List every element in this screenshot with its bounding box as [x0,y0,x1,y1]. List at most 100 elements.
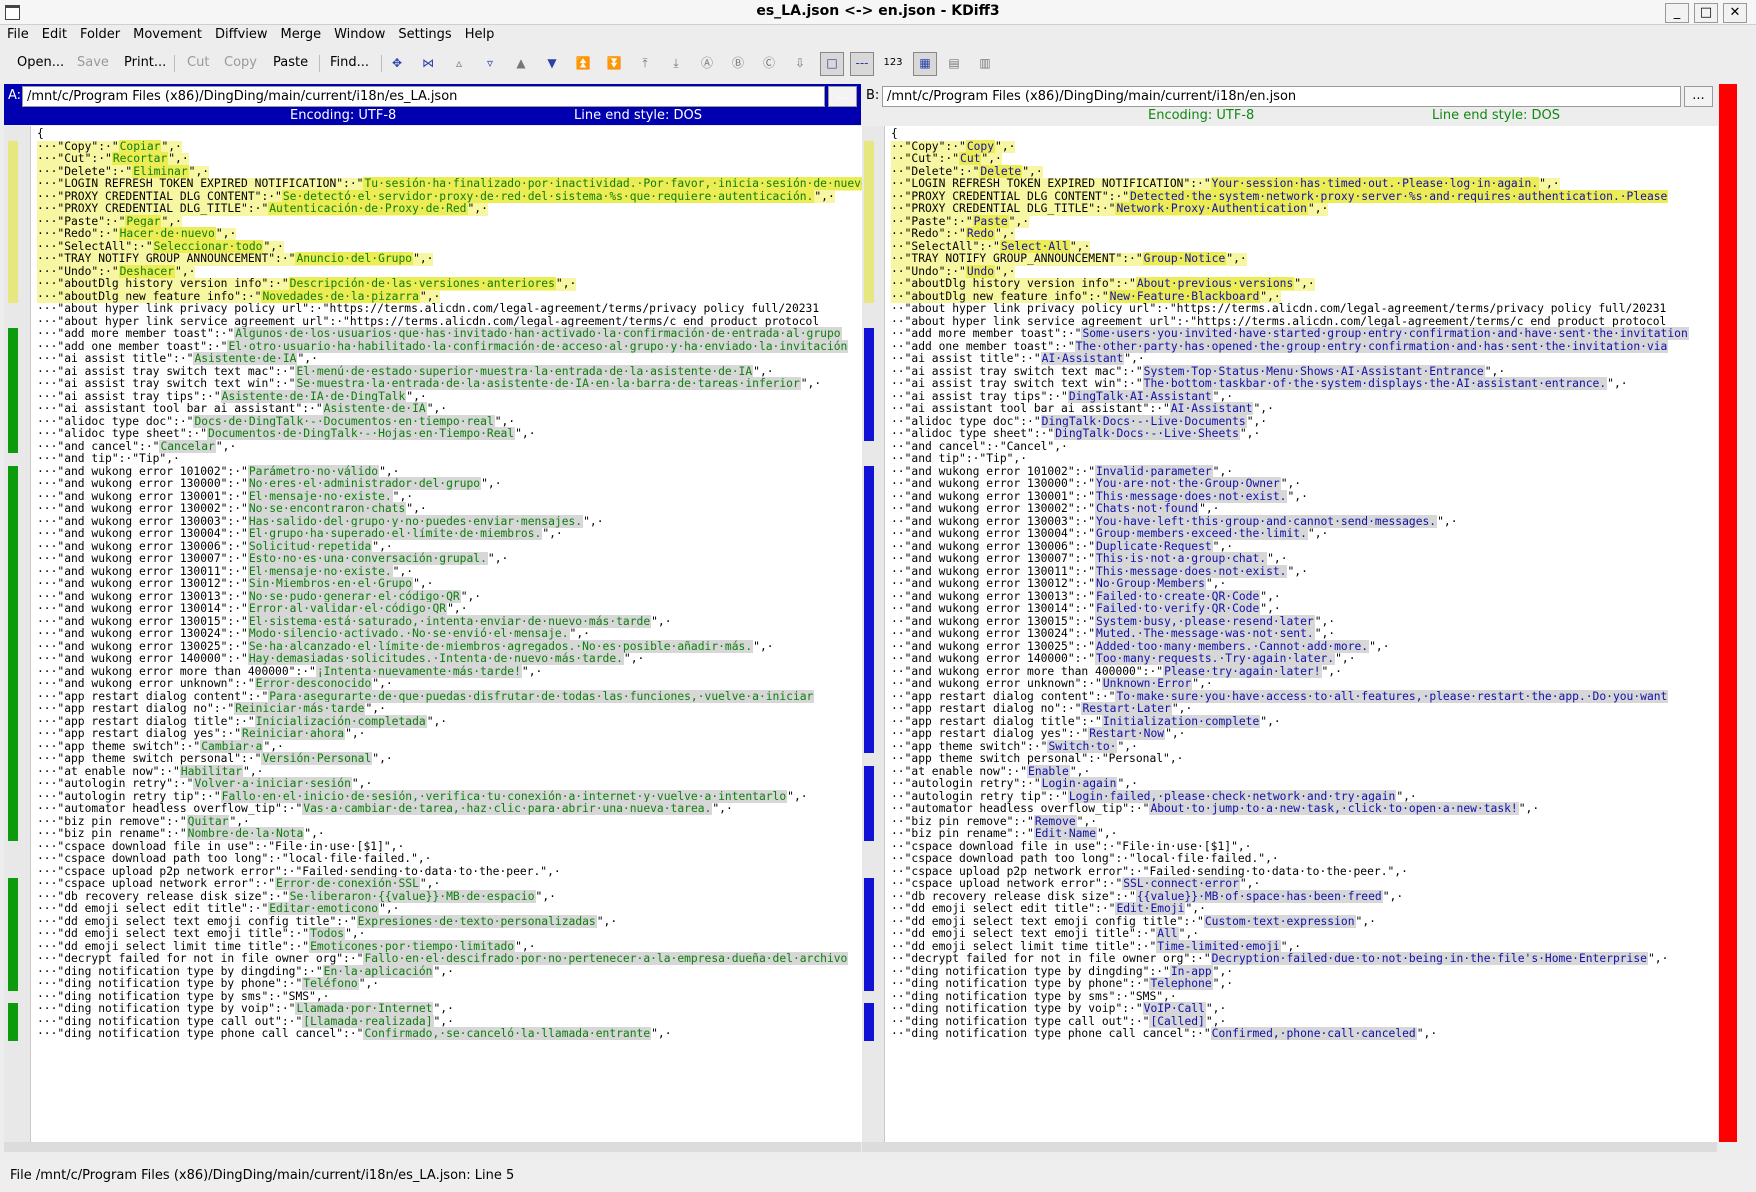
code-line-suffix: ",· [188,164,210,178]
prev-unsolved-icon[interactable]: ⏫ [573,53,593,73]
select-b-icon[interactable]: Ⓑ [728,53,748,73]
diff-marker [8,478,18,491]
show-whitespace-chars-icon[interactable]: --- [850,52,874,76]
code-line-value: Confirmed,·phone·call·canceled [1210,1027,1417,1040]
go-current-delta-icon[interactable]: ✥ [387,53,407,73]
encoding-bar-a: Encoding: UTF-8 Line end style: DOS [4,108,861,125]
close-button[interactable]: ✕ [1723,3,1747,23]
code-line-value: No·Group·Members [1095,577,1206,590]
menu-edit[interactable]: Edit [35,25,73,42]
maximize-button[interactable]: □ [1694,3,1718,23]
diff-overview-bar[interactable] [1719,84,1737,1142]
code-line-key: ···"Cut":·" [37,152,112,165]
menu-movement[interactable]: Movement [126,25,208,42]
browse-button-b[interactable]: ... [1684,86,1713,107]
go-top-icon[interactable]: ⋈ [418,53,438,73]
go-first-icon[interactable]: ⤒ [635,53,655,73]
code-line-suffix: ",· [1253,402,1274,415]
code-line-key: ··"Delete":·" [891,164,980,178]
menu-settings[interactable]: Settings [391,25,457,42]
copy-button[interactable]: Copy [224,53,257,73]
cut-button[interactable]: Cut [187,53,209,73]
prev-conflict-icon[interactable]: ▲ [511,53,531,73]
next-conflict-icon[interactable]: ▼ [542,53,562,73]
menu-file[interactable]: File [0,25,35,42]
code-line-key: ···"cspace upload network error":·" [37,877,276,890]
save-button[interactable]: Save [77,53,109,73]
file-path-input-a[interactable]: /mnt/c/Program Files (x86)/DingDing/main… [22,86,825,107]
code-line-suffix: ",· [1369,639,1390,653]
diff-marker [864,1015,874,1028]
next-delta-icon[interactable]: ▿ [480,53,500,73]
code-line-value: This·message·does·not·exist. [1095,489,1288,503]
menu-merge[interactable]: Merge [274,25,328,42]
code-line-key: ··"ding notification type by sms":·"SMS"… [891,989,1177,1003]
diff-pane-b: B: /mnt/c/Program Files (x86)/DingDing/m… [862,84,1718,1142]
diff-marker [8,403,18,416]
window-title: es_LA.json <-> en.json - KDiff3 [756,3,1000,19]
paste-button[interactable]: Paste [273,53,308,73]
minimize-button[interactable]: _ [1665,3,1689,23]
code-line-key: ···"PROXY CREDENTIAL DLG CONTENT":·" [37,189,282,203]
diff-marker [8,153,18,166]
browse-button-a[interactable]: ... [828,86,857,107]
horizontal-split-icon[interactable]: ▤ [944,53,964,73]
code-line[interactable]: ··"ding notification type phone call can… [891,1027,1437,1041]
code-line-key: ··"and wukong error unknown":·" [891,677,1102,690]
diff-marker [864,365,874,378]
code-line-suffix: ",· [1396,789,1417,803]
code-line-key: ··"ai assist tray switch text mac":·" [891,364,1143,378]
menu-window[interactable]: Window [327,25,391,42]
code-line-key: ···"ai assistant tool bar ai assistant":… [37,402,323,415]
code-line-suffix: ",· [1226,252,1247,265]
split-view-icon[interactable]: ▦ [913,52,937,76]
code-line-value: Enable [1027,764,1070,778]
diff-marker [864,478,874,491]
diff-marker [864,1028,874,1041]
code-line-suffix: ",· [521,664,543,678]
diff-marker [864,203,874,216]
select-c-icon[interactable]: Ⓒ [759,53,779,73]
code-line-key: ···"biz pin remove":·" [37,814,187,828]
code-line-value: Asistente·de·IA·de·DingTalk [220,389,407,403]
menu-folder[interactable]: Folder [73,25,126,42]
code-line-suffix: ",· [392,489,414,503]
menu-diffview[interactable]: Diffview [208,25,274,42]
print-button[interactable]: Print... [124,53,166,73]
horizontal-scrollbar-b[interactable] [862,1142,1717,1152]
prev-delta-icon[interactable]: ▵ [449,53,469,73]
text-view-a[interactable]: {···"Copy":·"Copiar ",· ···"Cut":·"Recorta… [30,126,862,1142]
code-line-key: ···"Redo":·" [37,227,119,240]
code-line-key: ···"ding notification type phone call ca… [37,1027,364,1040]
find-button[interactable]: Find... [330,53,369,73]
code-line-value: Eliminar [132,164,189,178]
code-line-value: DingTalk·Docs·-·Live·Sheets [1054,427,1240,440]
horizontal-scrollbar-a[interactable] [4,1142,861,1152]
code-line-key: ···"aboutDlg history version info":·" [37,277,289,290]
code-line-value: Failed·to·create·QR·Code [1095,589,1261,603]
line-numbers-icon[interactable]: 123 [883,53,903,73]
code-line-key: ··"dd emoji select text emoji config tit… [891,914,1204,928]
file-path-input-b[interactable]: /mnt/c/Program Files (x86)/DingDing/main… [882,86,1681,107]
show-whitespace-icon[interactable]: □ [820,52,844,76]
text-view-b[interactable]: {··"Copy":·"Copy",· ··"Cut":·"Cut",· ··"De… [884,126,1718,1142]
go-last-icon[interactable]: ⤓ [666,53,686,73]
code-line-value: Chats·not·found [1095,502,1200,515]
next-unsolved-icon[interactable]: ⏬ [604,53,624,73]
code-line-suffix: ",· [372,677,393,690]
code-line-suffix: ",· [1382,889,1404,903]
menu-help[interactable]: Help [458,25,501,42]
select-a-icon[interactable]: Ⓐ [697,53,717,73]
open-button[interactable]: Open... [17,53,64,73]
code-line-value: Detected·the·system·network·proxy·server… [1129,189,1669,203]
code-line-value: Some·users·you·invited·have·started·grou… [1081,327,1689,340]
code-line[interactable]: ···"ding notification type phone call ca… [37,1027,672,1041]
code-line-key: ···"db recovery release disk size":·" [37,889,289,903]
code-line-suffix: ",· [1484,364,1506,378]
code-line-suffix: ",· [814,189,835,203]
code-line-suffix: ",· [1185,902,1206,915]
auto-advance-icon[interactable]: ⇩ [790,53,810,73]
code-line-value: Failed·to·verify·QR·Code [1095,602,1261,615]
word-wrap-icon[interactable]: ▥ [975,53,995,73]
code-line-suffix: ",· [712,802,733,815]
